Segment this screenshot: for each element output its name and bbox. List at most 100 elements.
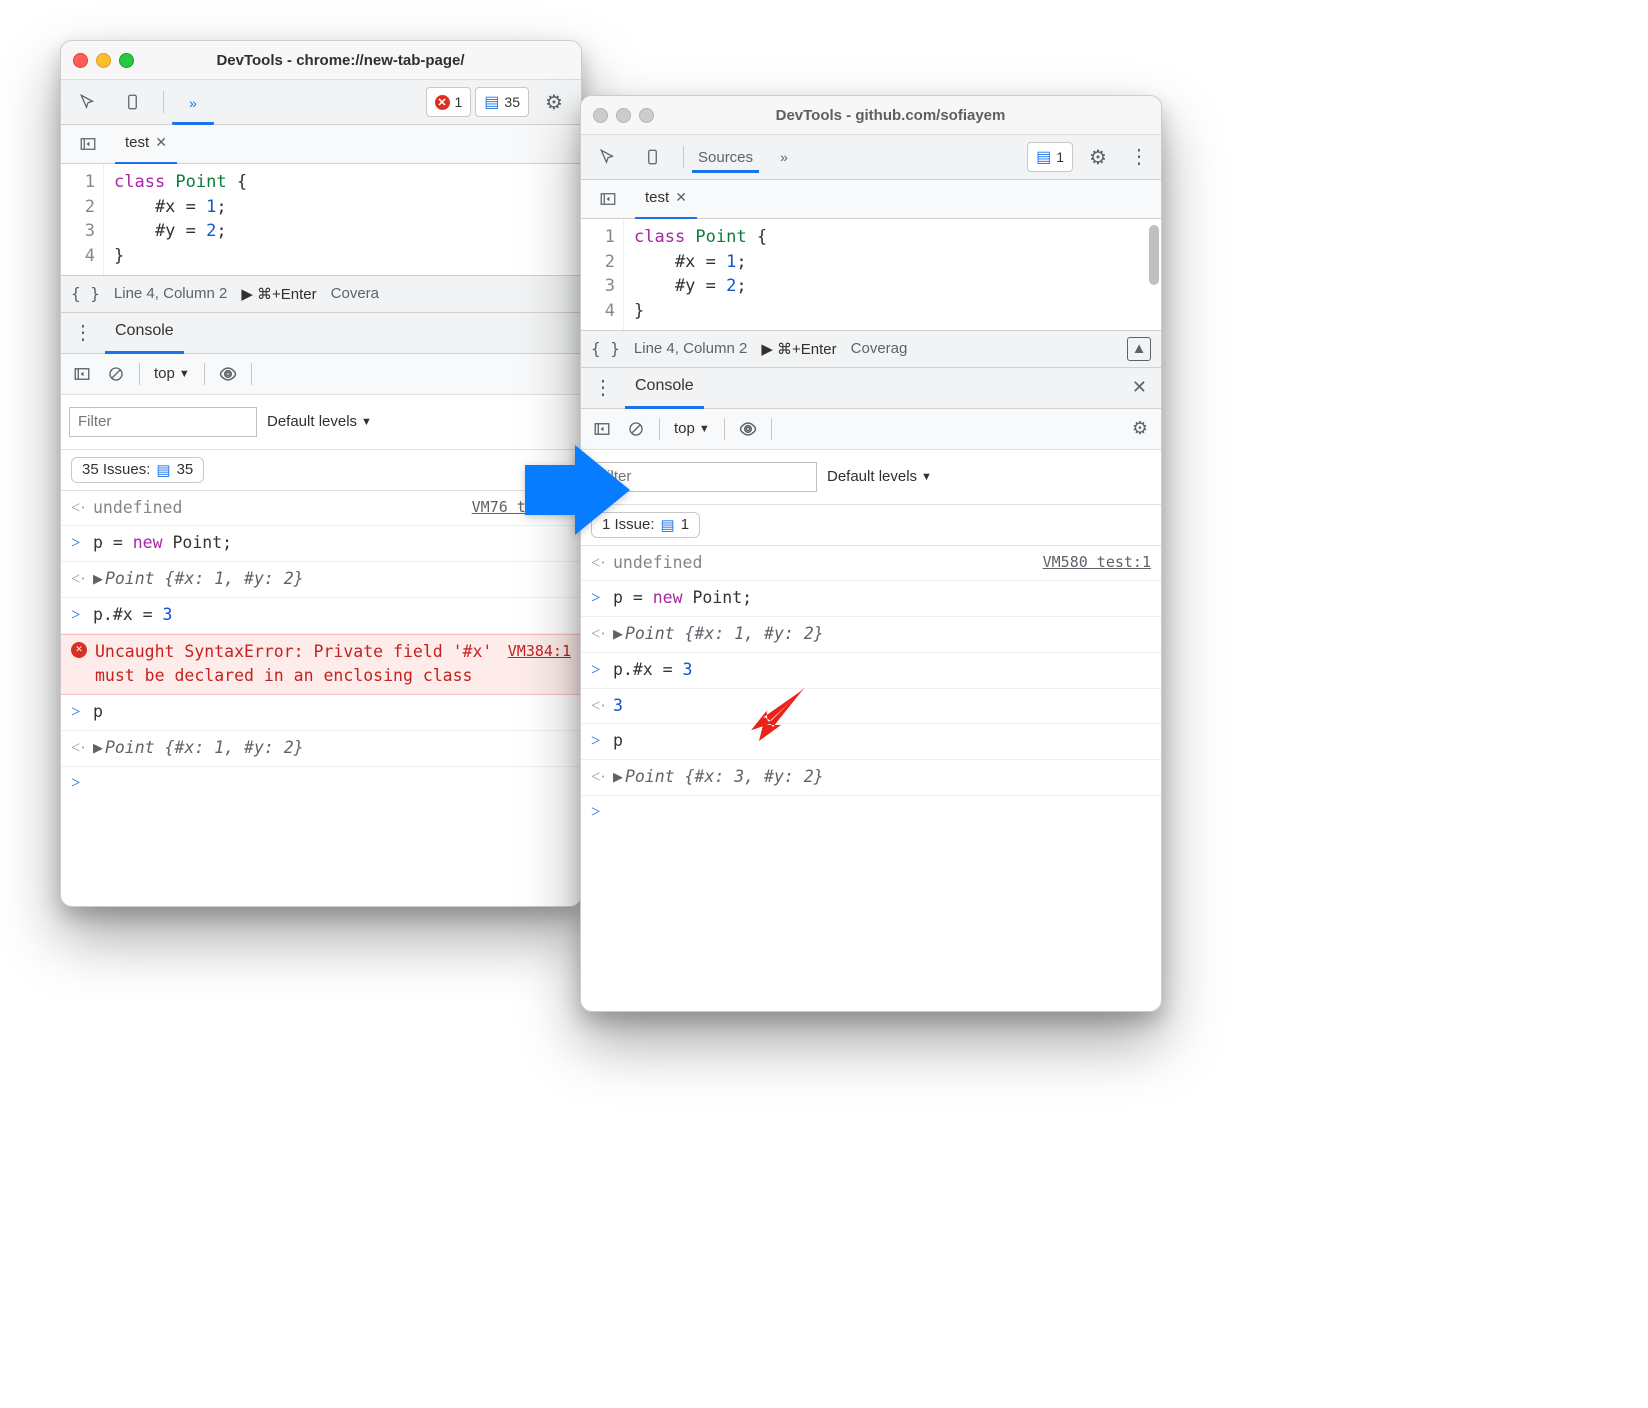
log-output-row: <· ▶Point {#x: 1, #y: 2} [581,617,1161,653]
file-tab-label: test [645,189,669,206]
log-input-row: > p.#x = 3 [581,653,1161,689]
zoom-window-button[interactable] [119,53,134,68]
expandable-object[interactable]: ▶Point {#x: 1, #y: 2} [613,622,824,647]
message-icon: ▤ [484,92,499,112]
inspect-element-icon[interactable] [67,87,109,117]
settings-icon[interactable]: ⚙ [1077,142,1119,172]
console-filter-row: Default levels▼ [581,450,1161,505]
issues-bar: 1 Issue: ▤ 1 [581,505,1161,546]
code-editor[interactable]: 1 2 3 4 class Point { #x = 1; #y = 2; } [581,219,1161,331]
clear-console-icon[interactable] [101,359,131,389]
coverage-label[interactable]: Covera [331,285,379,302]
close-tab-icon[interactable]: ✕ [155,134,167,151]
drawer-menu-icon[interactable]: ⋮ [67,323,99,343]
editor-statusbar: { } Line 4, Column 2 ▶ ⌘+Enter Coverag ▲ [581,331,1161,368]
devtools-window-after: DevTools - github.com/sofiayem Sources »… [580,95,1162,1012]
traffic-lights [593,108,654,123]
log-levels-selector[interactable]: Default levels▼ [827,468,932,485]
console-filter-input[interactable] [69,407,257,437]
pretty-print-icon[interactable]: { } [591,339,620,358]
settings-icon[interactable]: ⚙ [533,87,575,117]
log-input-row: > p = new Point; [581,581,1161,617]
blue-arrow-annotation [520,435,640,548]
code-editor[interactable]: 1 2 3 4 class Point { #x = 1; #y = 2; } [61,164,581,276]
log-output-row: <· 3 [581,689,1161,725]
sources-tab[interactable]: Sources [692,149,759,173]
source-link[interactable]: VM384:1 [508,640,571,663]
error-icon: ✕ [435,95,450,110]
close-window-button[interactable] [593,108,608,123]
coverage-label[interactable]: Coverag [851,340,908,357]
log-input-row: > p.#x = 3 [61,598,581,634]
log-input-row: > p = new Point; [61,526,581,562]
drawer-tabs: ⋮ Console [61,313,581,354]
expandable-object[interactable]: ▶Point {#x: 1, #y: 2} [93,567,304,592]
log-output-row: <· undefined VM580 test:1 [581,546,1161,582]
line-gutter: 1 2 3 4 [581,219,624,330]
close-window-button[interactable] [73,53,88,68]
collapse-drawer-icon[interactable]: ▲ [1127,337,1151,361]
issues-badge[interactable]: ▤ 35 [475,87,529,117]
context-selector[interactable]: top▼ [148,365,196,382]
editor-statusbar: { } Line 4, Column 2 ▶ ⌘+Enter Covera [61,276,581,313]
source-link[interactable]: VM580 test:1 [1043,551,1151,574]
code-content: class Point { #x = 1; #y = 2; } [104,164,581,275]
drawer-menu-icon[interactable]: ⋮ [587,378,619,398]
console-output: <· undefined VM76 test:1 > p = new Point… [61,491,581,906]
errors-badge[interactable]: ✕ 1 [426,87,472,117]
console-settings-icon[interactable]: ⚙ [1125,414,1155,444]
console-output: <· undefined VM580 test:1 > p = new Poin… [581,546,1161,1011]
message-icon: ▤ [661,516,675,534]
console-tab[interactable]: Console [105,311,184,354]
console-filter-row: Default levels▼ [61,395,581,450]
issues-count: 1 [1056,149,1064,165]
minimize-window-button[interactable] [96,53,111,68]
console-prompt[interactable]: > [581,796,1161,828]
more-tabs-button[interactable]: » [763,142,805,172]
pretty-print-icon[interactable]: { } [71,284,100,303]
file-tab-test[interactable]: test ✕ [115,124,177,165]
expandable-object[interactable]: ▶Point {#x: 3, #y: 2} [613,765,824,790]
device-toolbar-icon[interactable] [633,142,675,172]
error-icon: ✕ [71,642,87,658]
run-snippet-button[interactable]: ▶ ⌘+Enter [241,285,316,303]
context-selector[interactable]: top▼ [668,420,716,437]
devtools-menu-icon[interactable]: ⋮ [1123,147,1155,167]
zoom-window-button[interactable] [639,108,654,123]
message-icon: ▤ [1036,147,1051,167]
log-output-row: <· ▶Point {#x: 1, #y: 2} [61,562,581,598]
device-toolbar-icon[interactable] [113,87,155,117]
devtools-window-before: DevTools - chrome://new-tab-page/ » ✕ 1 … [60,40,582,907]
show-navigator-icon[interactable] [587,184,629,214]
log-output-row: <· ▶Point {#x: 1, #y: 2} [61,731,581,767]
titlebar: DevTools - github.com/sofiayem [581,96,1161,135]
line-gutter: 1 2 3 4 [61,164,104,275]
expandable-object[interactable]: ▶Point {#x: 1, #y: 2} [93,736,304,761]
log-error-row: ✕ Uncaught SyntaxError: Private field '#… [61,634,581,696]
main-toolbar: Sources » ▤ 1 ⚙ ⋮ [581,135,1161,180]
file-tab-label: test [125,134,149,151]
show-navigator-icon[interactable] [67,129,109,159]
console-tab[interactable]: Console [625,366,704,409]
console-toolbar: top▼ [61,354,581,395]
issues-count: 35 [504,94,520,110]
more-tabs-button[interactable]: » [172,88,214,125]
inspect-element-icon[interactable] [587,142,629,172]
file-tab-test[interactable]: test ✕ [635,179,697,220]
live-expression-icon[interactable] [733,414,763,444]
issues-pill[interactable]: 35 Issues: ▤ 35 [71,457,204,483]
close-drawer-icon[interactable]: ✕ [1124,377,1155,398]
red-arrow-annotation [745,675,815,748]
close-tab-icon[interactable]: ✕ [675,189,687,206]
toggle-console-sidebar-icon[interactable] [67,359,97,389]
run-snippet-button[interactable]: ▶ ⌘+Enter [761,340,836,358]
cursor-position: Line 4, Column 2 [114,285,227,302]
console-prompt[interactable]: > [61,767,581,799]
issues-badge[interactable]: ▤ 1 [1027,142,1073,172]
log-input-row: > p [581,724,1161,760]
log-levels-selector[interactable]: Default levels▼ [267,413,372,430]
log-output-row: <· undefined VM76 test:1 [61,491,581,527]
scrollbar-thumb[interactable] [1149,225,1159,285]
live-expression-icon[interactable] [213,359,243,389]
minimize-window-button[interactable] [616,108,631,123]
